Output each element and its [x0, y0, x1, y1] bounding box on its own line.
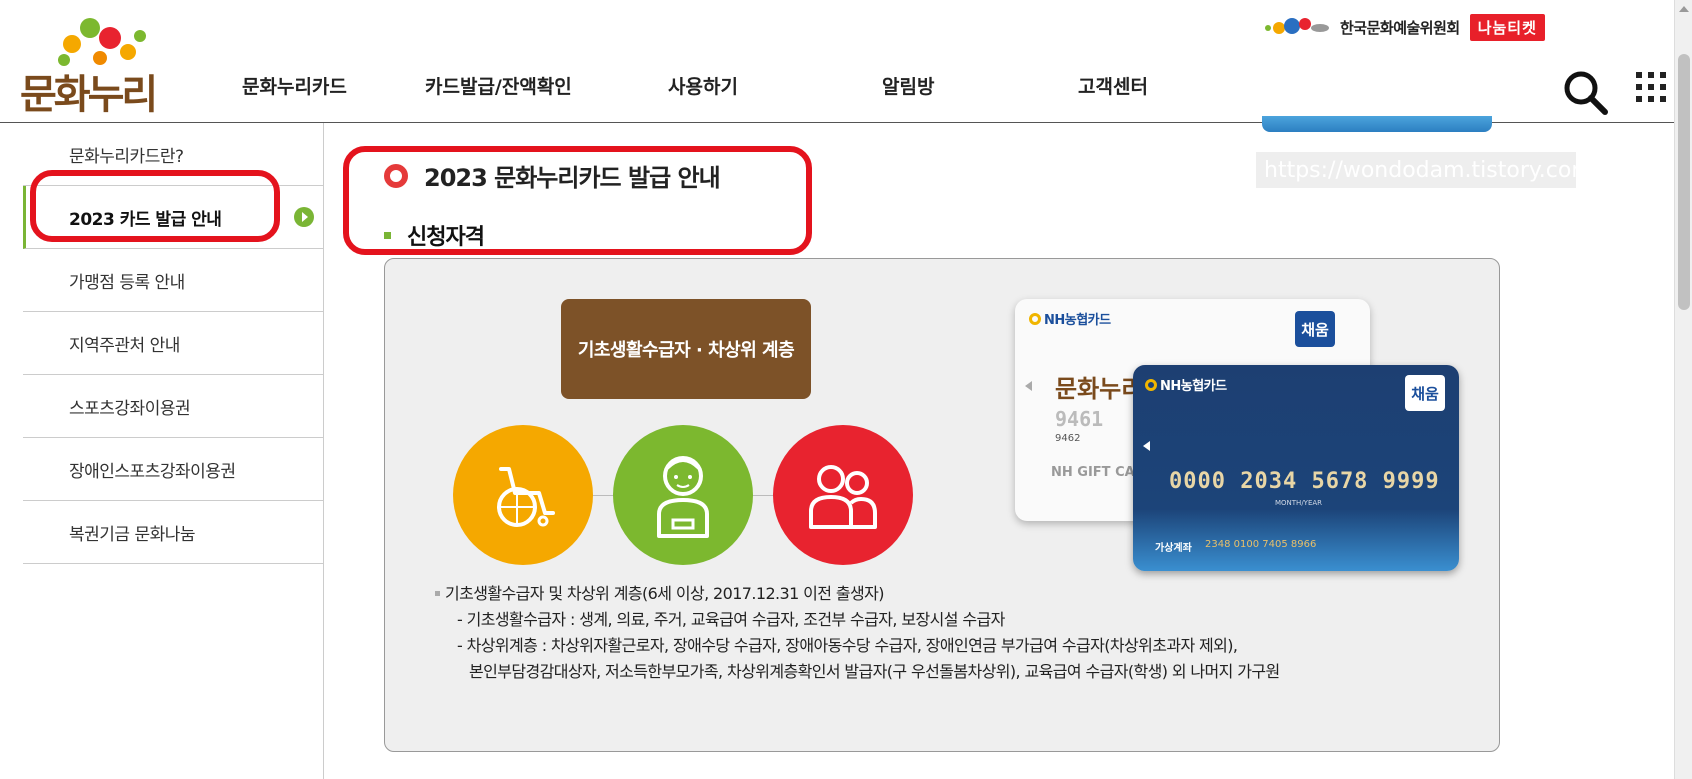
- sidebar: 문화누리카드란? 2023 카드 발급 안내 가맹점 등록 안내 지역주관처 안…: [23, 123, 324, 779]
- card-account-label: 가상계좌: [1155, 543, 1192, 554]
- sidebar-item-label: 복권기금 문화나눔: [69, 524, 196, 545]
- scroll-thumb[interactable]: [1678, 54, 1690, 310]
- nav-customer-center[interactable]: 고객센터: [1078, 72, 1148, 99]
- sidebar-item-about[interactable]: 문화누리카드란?: [23, 123, 324, 186]
- sidebar-item-label: 스포츠강좌이용권: [69, 398, 191, 419]
- nav-notice[interactable]: 알림방: [882, 72, 934, 99]
- nav-culture-card[interactable]: 문화누리카드: [242, 72, 347, 99]
- sidebar-item-merchant[interactable]: 가맹점 등록 안내: [23, 249, 324, 312]
- grid-menu-icon[interactable]: [1636, 72, 1672, 108]
- section-title: 2023 문화누리카드 발급 안내: [384, 158, 721, 193]
- arrow-right-icon: [294, 207, 314, 227]
- eligibility-panel: 기초생활수급자 · 차상위 계층 NH농협카드 채움 문화누리 9461 946…: [384, 258, 1500, 752]
- nh-logo-icon: [1145, 378, 1157, 391]
- sidebar-item-lottery-fund[interactable]: 복권기금 문화나눔: [23, 501, 324, 564]
- section-title-text: 2023 문화누리카드 발급 안내: [424, 164, 721, 192]
- site-header: 문화누리 문화누리카드 카드발급/잔액확인 사용하기 알림방 고객센터 한국문화…: [0, 0, 1674, 123]
- sidebar-item-label: 장애인스포츠강좌이용권: [69, 461, 236, 482]
- search-icon[interactable]: [1561, 68, 1609, 116]
- eligibility-badge: 기초생활수급자 · 차상위 계층: [561, 299, 811, 399]
- card-arrow-icon: [1143, 441, 1150, 451]
- description-line: 본인부담경감대상자, 저소득한부모가족, 차상위계층확인서 발급자(구 우선돌봄…: [469, 662, 1280, 681]
- chaeum-badge: 채움: [1405, 375, 1445, 411]
- sidebar-item-regional[interactable]: 지역주관처 안내: [23, 312, 324, 375]
- sidebar-item-label: 문화누리카드란?: [69, 146, 184, 167]
- sidebar-item-label: 2023 카드 발급 안내: [69, 209, 222, 230]
- arko-name[interactable]: 한국문화예술위원회: [1340, 17, 1460, 38]
- description-line: 기초생활수급자 및 차상위 계층(6세 이상, 2017.12.31 이전 출생…: [445, 584, 884, 603]
- subsection-title-text: 신청자격: [407, 225, 485, 250]
- card-arrow-icon: [1025, 381, 1032, 391]
- ring-bullet-icon: [384, 163, 408, 188]
- card-culture-logo: 문화누리: [1055, 375, 1144, 403]
- main-nav: 문화누리카드 카드발급/잔액확인 사용하기 알림방 고객센터: [0, 72, 1400, 106]
- elderly-icon: [613, 425, 753, 565]
- watermark: https://wondodam.tistory.com: [1256, 152, 1593, 188]
- card-account-number: 2348 0100 7405 8966: [1205, 539, 1317, 550]
- arko-logo-icon[interactable]: [1262, 14, 1330, 40]
- nav-usage[interactable]: 사용하기: [668, 72, 738, 99]
- square-bullet-icon: [435, 591, 440, 596]
- description-line: - 기초생활수급자 : 생계, 의료, 주거, 교육급여 수급자, 조건부 수급…: [457, 610, 1005, 629]
- nh-brand-text: NH농협카드: [1160, 379, 1227, 394]
- nh-card-brand: NH농협카드: [1145, 375, 1227, 394]
- card-expiry-label: MONTH/YEAR: [1275, 499, 1323, 507]
- nh-logo-icon: [1029, 312, 1041, 325]
- subsection-title: 신청자격: [384, 219, 485, 251]
- partner-links: 한국문화예술위원회 나눔티켓: [1262, 12, 1545, 42]
- chaeum-badge: 채움: [1295, 311, 1335, 347]
- wheelchair-icon: [453, 425, 593, 565]
- eligibility-description: 기초생활수급자 및 차상위 계층(6세 이상, 2017.12.31 이전 출생…: [435, 581, 1280, 685]
- family-icon: [773, 425, 913, 565]
- sidebar-item-sports[interactable]: 스포츠강좌이용권: [23, 375, 324, 438]
- nanum-ticket-logo[interactable]: 나눔티켓: [1469, 13, 1545, 41]
- nh-brand-text: NH농협카드: [1044, 313, 1111, 328]
- card-number-small: 9462: [1055, 433, 1081, 444]
- nh-card-brand: NH농협카드: [1029, 309, 1111, 328]
- description-line: - 차상위계층 : 차상위자활근로자, 장애수당 수급자, 장애아동수당 수급자…: [457, 636, 1238, 655]
- scroll-up-arrow-icon[interactable]: [1679, 6, 1689, 12]
- sidebar-item-label: 지역주관처 안내: [69, 335, 180, 356]
- card-peek-decoration: [1262, 116, 1492, 132]
- page-scrollbar[interactable]: [1674, 0, 1692, 779]
- sidebar-item-disabled-sports[interactable]: 장애인스포츠강좌이용권: [23, 438, 324, 501]
- card-number: 0000 2034 5678 9999: [1169, 469, 1440, 494]
- sidebar-item-label: 가맹점 등록 안내: [69, 272, 185, 293]
- sidebar-item-2023-issue[interactable]: 2023 카드 발급 안내: [23, 186, 324, 249]
- card-number-partial: 9461: [1055, 407, 1104, 431]
- square-bullet-icon: [384, 231, 391, 239]
- card-image-blue: NH농협카드 채움 0000 2034 5678 9999 MONTH/YEAR…: [1133, 365, 1459, 571]
- nav-card-issue[interactable]: 카드발급/잔액확인: [425, 72, 572, 99]
